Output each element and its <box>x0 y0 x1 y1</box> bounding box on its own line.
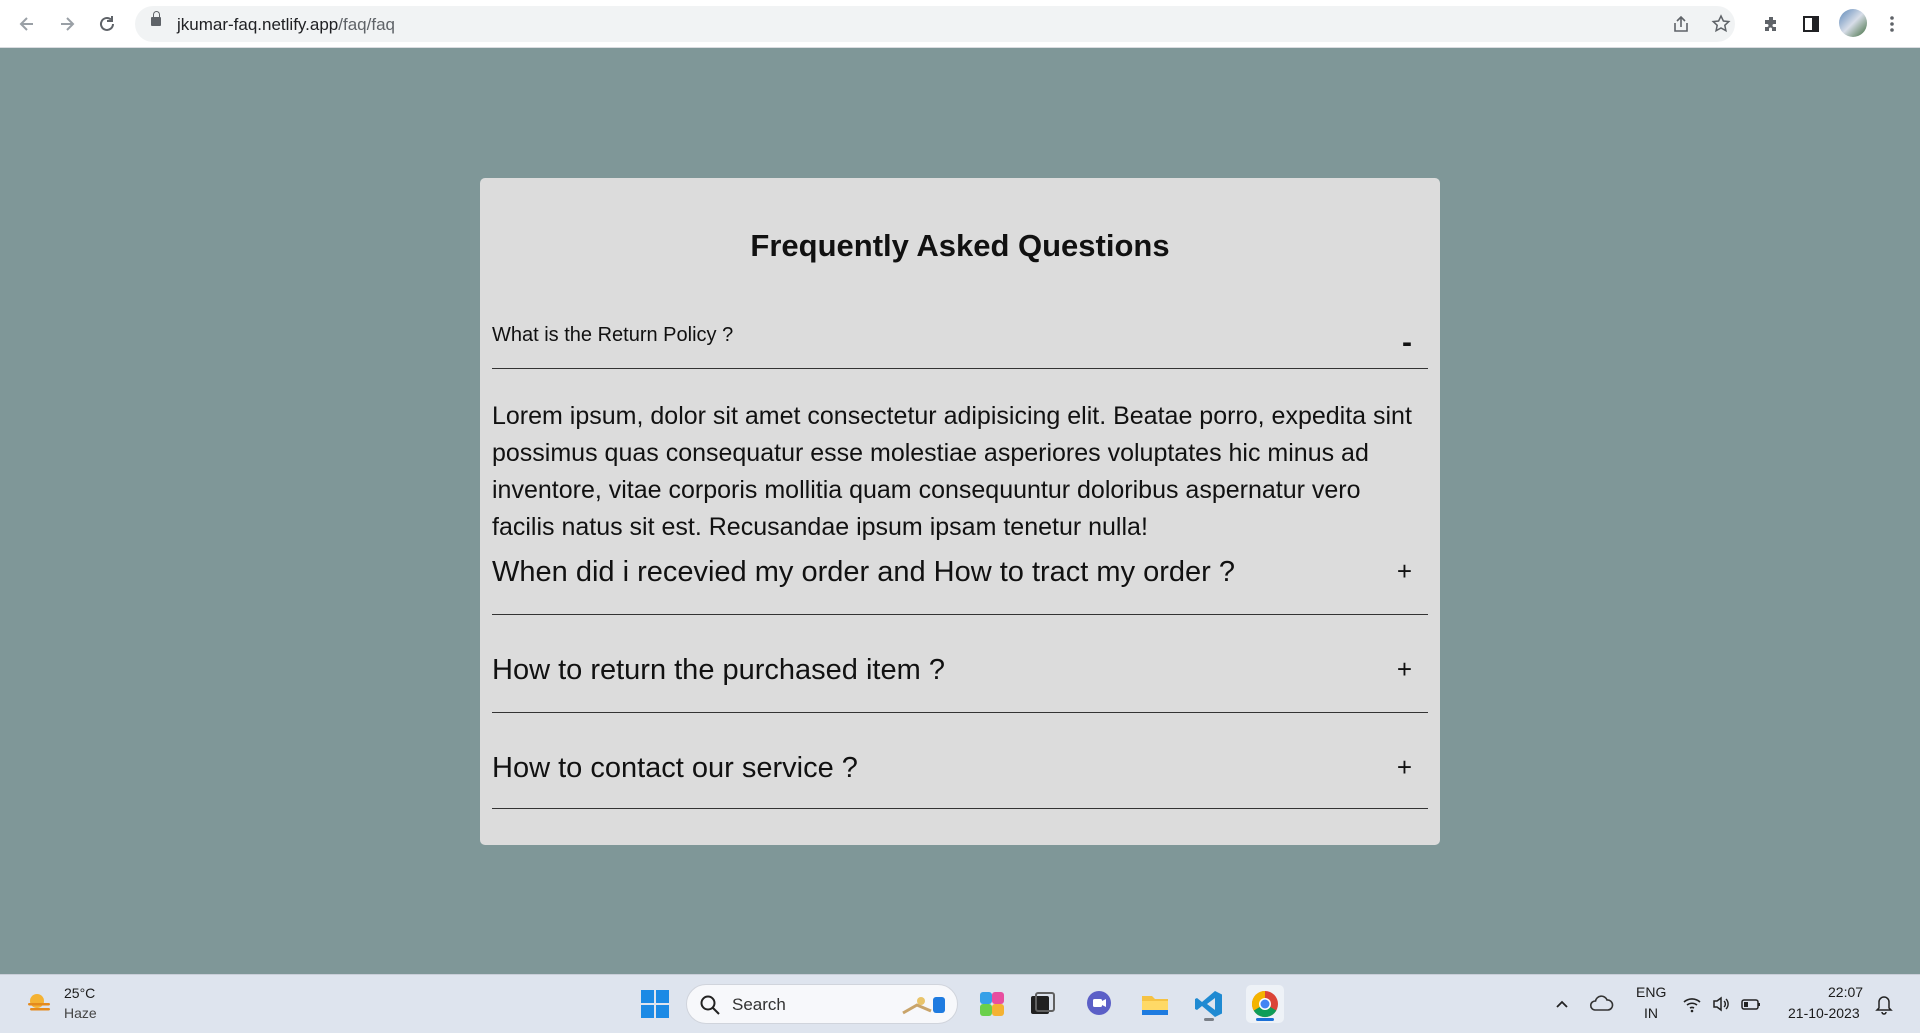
app-running-indicator <box>1204 1018 1214 1021</box>
chrome-icon[interactable] <box>1246 985 1284 1023</box>
search-highlight-icon <box>902 997 945 1015</box>
faq-question[interactable]: What is the Return Policy ? <box>492 324 733 347</box>
faq-divider <box>492 368 1428 369</box>
faq-answer: Lorem ipsum, dolor sit amet consectetur … <box>492 402 1412 541</box>
browser-toolbar: jkumar-faq.netlify.app/faq/faq <box>0 0 1920 48</box>
url-host: jkumar-faq.netlify.app <box>177 15 339 34</box>
weather-temp[interactable]: 25°C <box>64 985 95 1001</box>
expand-toggle-icon[interactable]: + <box>1397 654 1412 685</box>
faq-divider <box>492 808 1428 809</box>
url-path: /faq/faq <box>338 15 395 34</box>
notification-bell-icon[interactable] <box>1867 985 1901 1023</box>
address-bar[interactable]: jkumar-faq.netlify.app/faq/faq <box>135 6 1735 42</box>
side-panel-icon[interactable] <box>1797 10 1825 38</box>
reload-icon[interactable] <box>93 10 121 38</box>
weather-haze-icon[interactable] <box>25 988 53 1016</box>
kebab-menu-icon[interactable] <box>1878 10 1906 38</box>
back-arrow-icon[interactable] <box>13 10 41 38</box>
app-active-indicator <box>1256 1018 1274 1021</box>
teams-chat-icon[interactable] <box>1080 985 1118 1023</box>
volume-icon[interactable] <box>1706 985 1736 1023</box>
vscode-icon[interactable] <box>1190 985 1228 1023</box>
onedrive-cloud-icon[interactable] <box>1583 985 1621 1023</box>
lang-region[interactable]: IN <box>1644 1005 1658 1021</box>
faq-divider <box>492 614 1428 615</box>
file-explorer-icon[interactable] <box>1136 985 1174 1023</box>
chevron-up-icon[interactable] <box>1543 985 1581 1023</box>
lang-code[interactable]: ENG <box>1636 984 1666 1000</box>
faq-question[interactable]: How to contact our service ? <box>492 752 858 785</box>
wifi-icon[interactable] <box>1677 985 1707 1023</box>
url-text[interactable]: jkumar-faq.netlify.app/faq/faq <box>177 15 395 35</box>
copilot-icon[interactable] <box>973 985 1011 1023</box>
task-view-icon[interactable] <box>1023 985 1061 1023</box>
extensions-icon[interactable] <box>1758 10 1786 38</box>
battery-icon[interactable] <box>1736 985 1766 1023</box>
windows-start-icon[interactable] <box>636 985 674 1023</box>
expand-toggle-icon[interactable]: + <box>1397 752 1412 783</box>
search-icon <box>700 995 720 1015</box>
faq-question[interactable]: How to return the purchased item ? <box>492 654 945 687</box>
lock-icon[interactable] <box>151 11 161 26</box>
bookmark-star-icon[interactable] <box>1709 12 1733 36</box>
faq-question[interactable]: When did i recevied my order and How to … <box>492 556 1235 589</box>
profile-avatar[interactable] <box>1839 9 1867 37</box>
clock-time[interactable]: 22:07 <box>1828 984 1863 1000</box>
weather-desc[interactable]: Haze <box>64 1005 97 1021</box>
taskbar: 25°C Haze Search ENG IN 22:07 21-10-2023 <box>0 974 1920 1033</box>
share-icon[interactable] <box>1669 12 1693 36</box>
faq-divider <box>492 712 1428 713</box>
clock-date[interactable]: 21-10-2023 <box>1788 1005 1860 1021</box>
faq-card: Frequently Asked Questions What is the R… <box>480 178 1440 845</box>
search-placeholder: Search <box>732 995 786 1014</box>
expand-toggle-icon[interactable]: + <box>1397 556 1412 587</box>
collapse-toggle-icon[interactable]: - <box>1402 326 1412 360</box>
taskbar-search[interactable]: Search <box>686 984 958 1024</box>
forward-arrow-icon[interactable] <box>53 10 81 38</box>
page-content: Frequently Asked Questions What is the R… <box>0 48 1920 974</box>
faq-title: Frequently Asked Questions <box>750 228 1170 263</box>
